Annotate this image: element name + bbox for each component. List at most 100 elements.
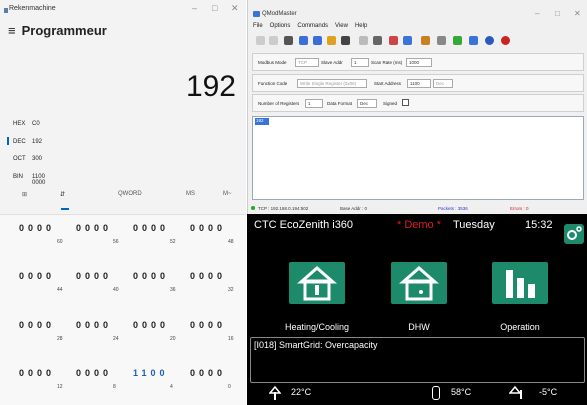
bit-position-label: 36 bbox=[170, 287, 176, 293]
hamburger-menu-icon[interactable]: ≡ bbox=[8, 23, 16, 38]
start-address-spinbox[interactable]: 1100 bbox=[407, 79, 431, 88]
maximize-button[interactable]: □ bbox=[212, 3, 217, 13]
bit-group[interactable]: 0000 bbox=[133, 271, 169, 281]
demo-indicator: * Demo * bbox=[397, 219, 442, 231]
slave-addr-spinbox[interactable]: 1 bbox=[351, 58, 369, 67]
menu-view[interactable]: View bbox=[335, 23, 348, 29]
qword-button[interactable]: QWORD bbox=[118, 191, 142, 197]
scan-rate-label: Scan Rate (ms) bbox=[371, 60, 403, 65]
tank-temperature: 58°C bbox=[451, 387, 472, 397]
undo-icon[interactable] bbox=[256, 36, 265, 45]
indoor-temperature-icon bbox=[268, 385, 282, 400]
log-icon[interactable] bbox=[421, 36, 430, 45]
packets-count: Packets : 3536 bbox=[438, 206, 468, 211]
slave-addr-label: Slave Addr bbox=[321, 60, 343, 65]
scan-rate-spinbox[interactable]: 1000 bbox=[406, 58, 432, 67]
heating-cooling-tile[interactable] bbox=[289, 262, 345, 304]
bit-group[interactable]: 0000 bbox=[133, 223, 169, 233]
indoor-temperature: 22°C bbox=[291, 387, 312, 397]
bit-group[interactable]: 1100 bbox=[133, 368, 169, 378]
bit-position-label: 44 bbox=[57, 287, 63, 293]
bit-group[interactable]: 0000 bbox=[76, 320, 112, 330]
alarm-message-box: [I018] SmartGrid: Overcapacity bbox=[250, 337, 585, 383]
function-code-select[interactable]: Write Single Register (0x06) bbox=[297, 79, 367, 88]
bit-position-label: 24 bbox=[113, 336, 119, 342]
tools-icon[interactable] bbox=[373, 36, 382, 45]
bit-group[interactable]: 0000 bbox=[190, 320, 226, 330]
day-label: Tuesday bbox=[453, 219, 495, 231]
menu-help[interactable]: Help bbox=[355, 23, 367, 29]
settings-gear-icon[interactable] bbox=[564, 224, 584, 244]
bit-group[interactable]: 0000 bbox=[19, 320, 55, 330]
outdoor-temperature: -5°C bbox=[539, 387, 558, 397]
clear-icon[interactable] bbox=[327, 36, 336, 45]
num-registers-spinbox[interactable]: 1 bbox=[305, 99, 323, 108]
memory-menu-button[interactable]: M~ bbox=[223, 191, 232, 197]
maximize-button[interactable]: □ bbox=[555, 9, 560, 18]
bit-position-label: 8 bbox=[113, 384, 116, 390]
radix-value: 300 bbox=[32, 156, 43, 162]
radix-row-dec[interactable]: DEC 192 bbox=[13, 139, 42, 145]
radix-row-oct[interactable]: OCT 300 bbox=[13, 156, 42, 162]
bit-group[interactable]: 0000 bbox=[76, 368, 112, 378]
connect-icon[interactable] bbox=[284, 36, 293, 45]
settings-icon[interactable] bbox=[389, 36, 398, 45]
grid-icon[interactable] bbox=[403, 36, 412, 45]
bit-group[interactable]: 0000 bbox=[190, 271, 226, 281]
read-write-icon[interactable] bbox=[299, 36, 308, 45]
heating-cooling-label: Heating/Cooling bbox=[284, 322, 350, 332]
memory-store-button[interactable]: MS bbox=[186, 191, 195, 197]
bit-group[interactable]: 0000 bbox=[19, 223, 55, 233]
bit-position-label: 0 bbox=[228, 384, 231, 390]
signed-checkbox[interactable] bbox=[402, 99, 409, 106]
view-icon[interactable] bbox=[469, 36, 478, 45]
bit-group[interactable]: 0000 bbox=[190, 368, 226, 378]
bit-group[interactable]: 0000 bbox=[19, 368, 55, 378]
bit-toggle-keypad-icon[interactable]: ⇵ bbox=[60, 191, 65, 198]
bit-position-label: 20 bbox=[170, 336, 176, 342]
print-icon[interactable] bbox=[437, 36, 446, 45]
window-title: Rekenmachine bbox=[9, 5, 56, 12]
close-button[interactable]: ✕ bbox=[574, 9, 581, 18]
qmodmaster-window: QModMaster – □ ✕ File Options Commands View… bbox=[247, 0, 587, 214]
function-code-label: Function Code bbox=[258, 81, 288, 86]
info-icon[interactable] bbox=[485, 36, 494, 45]
modbus-mode-select[interactable]: TCP bbox=[295, 58, 319, 67]
minimize-button[interactable]: – bbox=[535, 9, 539, 18]
bit-group[interactable]: 0000 bbox=[19, 271, 55, 281]
bit-group[interactable]: 0000 bbox=[190, 223, 226, 233]
bit-position-label: 48 bbox=[228, 239, 234, 245]
bit-group[interactable]: 0000 bbox=[76, 271, 112, 281]
alarm-message: [I018] SmartGrid: Overcapacity bbox=[254, 340, 378, 350]
redo-icon[interactable] bbox=[269, 36, 278, 45]
mode-header: ≡ Programmeur bbox=[8, 23, 107, 38]
dhw-tile[interactable] bbox=[391, 262, 447, 304]
register-value-cell[interactable]: 192 bbox=[255, 118, 269, 125]
full-keypad-icon[interactable]: ⊞ bbox=[22, 191, 27, 198]
radix-row-bin[interactable]: BIN 1100 0000 bbox=[13, 174, 45, 186]
scan-icon[interactable] bbox=[313, 36, 322, 45]
outdoor-temperature-icon bbox=[508, 385, 523, 400]
menu-commands[interactable]: Commands bbox=[297, 23, 328, 29]
dhw-label: DHW bbox=[408, 322, 430, 332]
time-label: 15:32 bbox=[525, 219, 553, 231]
toolbar bbox=[251, 33, 585, 48]
minimize-button[interactable]: – bbox=[192, 3, 197, 13]
bit-position-label: 4 bbox=[170, 384, 173, 390]
menu-file[interactable]: File bbox=[253, 23, 263, 29]
start-address-format-select[interactable]: Dec bbox=[433, 79, 453, 88]
close-button[interactable]: ✕ bbox=[231, 3, 239, 14]
operation-tile[interactable] bbox=[492, 262, 548, 304]
bit-group[interactable]: 0000 bbox=[133, 320, 169, 330]
data-format-select[interactable]: Dec bbox=[357, 99, 377, 108]
bit-position-label: 28 bbox=[57, 336, 63, 342]
radix-label: BIN bbox=[13, 174, 24, 180]
menu-options[interactable]: Options bbox=[270, 23, 291, 29]
reset-icon[interactable] bbox=[341, 36, 350, 45]
data-settings: Number of Registers 1 Data Format Dec Si… bbox=[252, 94, 584, 112]
save-icon[interactable] bbox=[453, 36, 462, 45]
bit-group[interactable]: 0000 bbox=[76, 223, 112, 233]
bus-monitor-icon[interactable] bbox=[359, 36, 368, 45]
exit-icon[interactable] bbox=[501, 36, 510, 45]
radix-row-hex[interactable]: HEX C0 bbox=[13, 121, 40, 127]
